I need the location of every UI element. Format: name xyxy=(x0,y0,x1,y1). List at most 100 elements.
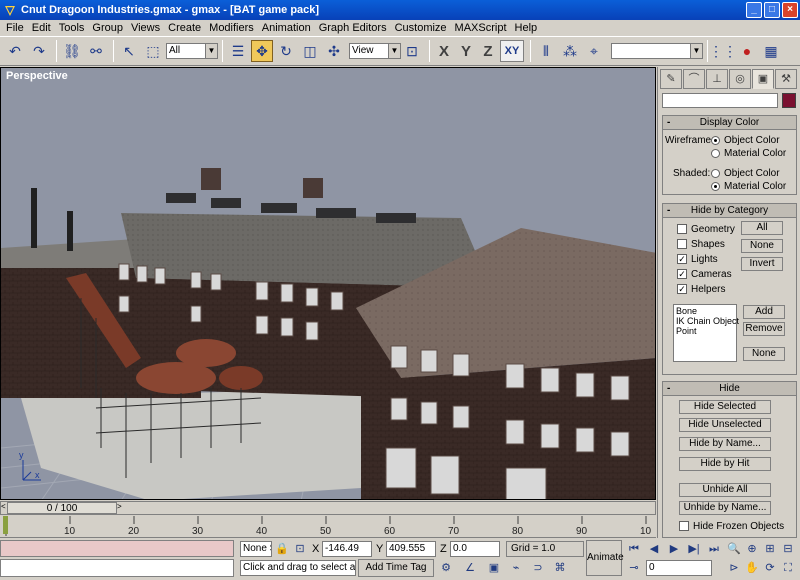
minimize-button[interactable]: _ xyxy=(746,2,762,18)
angle-snap-icon[interactable]: ∠ xyxy=(462,560,478,576)
modify-tab-icon[interactable]: ⌒ xyxy=(683,69,705,89)
next-frame-icon[interactable]: ▶| xyxy=(686,541,702,557)
create-tab-icon[interactable]: ✎ xyxy=(660,69,682,89)
maximize-viewport-icon[interactable]: ⛶ xyxy=(780,560,796,576)
snap-toggle-icon[interactable]: ⚙ xyxy=(438,560,454,576)
menu-customize[interactable]: Customize xyxy=(391,20,451,36)
x-coord-field[interactable]: -146.49 xyxy=(322,541,372,557)
zoom-extents-icon[interactable]: ⊞ xyxy=(762,541,778,557)
maxscript-input-mini[interactable] xyxy=(0,559,234,577)
hide-frozen-checkbox[interactable] xyxy=(679,521,689,531)
lights-checkbox[interactable]: ✓ xyxy=(677,254,687,264)
y-coord-field[interactable]: 409.555 xyxy=(386,541,436,557)
unhide-by-name-button[interactable]: Unhide by Name... xyxy=(679,501,771,515)
menu-views[interactable]: Views xyxy=(127,20,164,36)
axis-z-button[interactable]: Z xyxy=(478,40,498,62)
arc-rotate-icon[interactable]: ⟳ xyxy=(762,560,778,576)
hierarchy-tab-icon[interactable]: ⊥ xyxy=(706,69,728,89)
named-selection-dropdown[interactable]: ▼ xyxy=(611,43,703,59)
cameras-checkbox[interactable]: ✓ xyxy=(677,269,687,279)
undo-icon[interactable]: ↶ xyxy=(4,40,26,62)
maxscript-listener-mini[interactable] xyxy=(0,540,234,557)
remove-button[interactable]: Remove xyxy=(743,322,785,336)
zoom-all-icon[interactable]: ⊕ xyxy=(744,541,760,557)
hide-header[interactable]: - Hide xyxy=(663,382,796,396)
scale-icon[interactable]: ◫ xyxy=(299,40,321,62)
all-button[interactable]: All xyxy=(741,221,783,235)
hide-by-category-header[interactable]: - Hide by Category xyxy=(663,204,796,218)
axis-x-button[interactable]: X xyxy=(434,40,454,62)
absolute-mode-icon[interactable]: ⊡ xyxy=(292,541,308,557)
material-editor-icon[interactable]: ● xyxy=(736,40,758,62)
render-icon[interactable]: ▦ xyxy=(760,40,782,62)
menu-create[interactable]: Create xyxy=(164,20,205,36)
region-select-icon[interactable]: ⬚ xyxy=(142,40,164,62)
array-icon[interactable]: ⁂ xyxy=(559,40,581,62)
wireframe-material-color-radio[interactable] xyxy=(711,149,720,158)
display-tab-icon[interactable]: ▣ xyxy=(752,69,774,89)
zoom-extents-all-icon[interactable]: ⊟ xyxy=(780,541,796,557)
menu-modifiers[interactable]: Modifiers xyxy=(205,20,258,36)
magnet-icon[interactable]: ⊃ xyxy=(530,560,546,576)
select-by-name-icon[interactable]: ☰ xyxy=(227,40,249,62)
menu-group[interactable]: Group xyxy=(88,20,127,36)
key-mode-icon[interactable]: ⊸ xyxy=(626,560,642,576)
z-coord-field[interactable]: 0.0 xyxy=(450,541,500,557)
time-slider[interactable]: < 0 / 100 > xyxy=(0,501,656,515)
perspective-viewport[interactable]: Perspective y x xyxy=(0,67,656,500)
menu-edit[interactable]: Edit xyxy=(28,20,55,36)
play-icon[interactable]: ▶ xyxy=(666,541,682,557)
close-button[interactable]: × xyxy=(782,2,798,18)
hide-by-hit-button[interactable]: Hide by Hit xyxy=(679,457,771,471)
object-color-swatch[interactable] xyxy=(782,93,796,108)
add-time-tag-button[interactable]: Add Time Tag xyxy=(358,559,434,577)
previous-frame-icon[interactable]: ◀ xyxy=(646,541,662,557)
select-arrow-icon[interactable]: ↖ xyxy=(118,40,140,62)
viewport-label[interactable]: Perspective xyxy=(6,70,68,82)
axis-xy-button[interactable]: XY xyxy=(500,40,524,62)
zoom-icon[interactable]: 🔍 xyxy=(726,541,742,557)
selection-filter-dropdown[interactable]: All ▼ xyxy=(166,43,218,59)
utilities-tab-icon[interactable]: ⚒ xyxy=(775,69,797,89)
percent-snap-icon[interactable]: ▣ xyxy=(486,560,502,576)
pivot-center-icon[interactable]: ⊡ xyxy=(401,40,423,62)
list-item[interactable]: IK Chain Object xyxy=(676,316,739,326)
shapes-checkbox[interactable] xyxy=(677,239,687,249)
move-icon[interactable]: ✥ xyxy=(251,40,273,62)
menu-graph-editors[interactable]: Graph Editors xyxy=(315,20,391,36)
hide-by-name-button[interactable]: Hide by Name... xyxy=(679,437,771,451)
menu-maxscript[interactable]: MAXScript xyxy=(451,20,511,36)
object-name-field[interactable] xyxy=(662,93,778,108)
pivot-icon[interactable]: ✣ xyxy=(323,40,345,62)
mirror-icon[interactable]: ⫴ xyxy=(535,40,557,62)
menu-tools[interactable]: Tools xyxy=(55,20,89,36)
display-color-header[interactable]: - Display Color xyxy=(663,116,796,130)
spinner-snap-icon[interactable]: ⌁ xyxy=(508,560,524,576)
align-icon[interactable]: ⌖ xyxy=(583,40,605,62)
helpers-checkbox[interactable]: ✓ xyxy=(677,284,687,294)
unlink-icon[interactable]: ⚯ xyxy=(85,40,107,62)
list-item[interactable]: Point xyxy=(676,326,734,336)
add-button[interactable]: Add xyxy=(743,305,785,319)
geometry-checkbox[interactable] xyxy=(677,224,687,234)
shaded-material-color-radio[interactable] xyxy=(711,182,720,191)
pan-hand-icon[interactable]: ✋ xyxy=(744,560,760,576)
reference-coord-dropdown[interactable]: View ▼ xyxy=(349,43,401,59)
maximize-button[interactable]: □ xyxy=(764,2,780,18)
field-of-view-icon[interactable]: ⊳ xyxy=(726,560,742,576)
menu-help[interactable]: Help xyxy=(511,20,542,36)
motion-tab-icon[interactable]: ◎ xyxy=(729,69,751,89)
menu-animation[interactable]: Animation xyxy=(258,20,315,36)
link-icon[interactable]: ⛓ xyxy=(61,40,83,62)
rotate-icon[interactable]: ↻ xyxy=(275,40,297,62)
hide-selected-button[interactable]: Hide Selected xyxy=(679,400,771,414)
unhide-all-button[interactable]: Unhide All xyxy=(679,483,771,497)
list-none-button[interactable]: None xyxy=(743,347,785,361)
current-frame-field[interactable]: 0 xyxy=(646,560,712,576)
menu-file[interactable]: File xyxy=(2,20,28,36)
wireframe-object-color-radio[interactable] xyxy=(711,136,720,145)
animate-button[interactable]: Animate xyxy=(586,540,624,576)
go-to-end-icon[interactable]: ⏭ xyxy=(706,541,722,557)
next-frame-arrow[interactable]: > xyxy=(117,502,125,514)
keyboard-shortcut-icon[interactable]: ⌘ xyxy=(552,560,568,576)
